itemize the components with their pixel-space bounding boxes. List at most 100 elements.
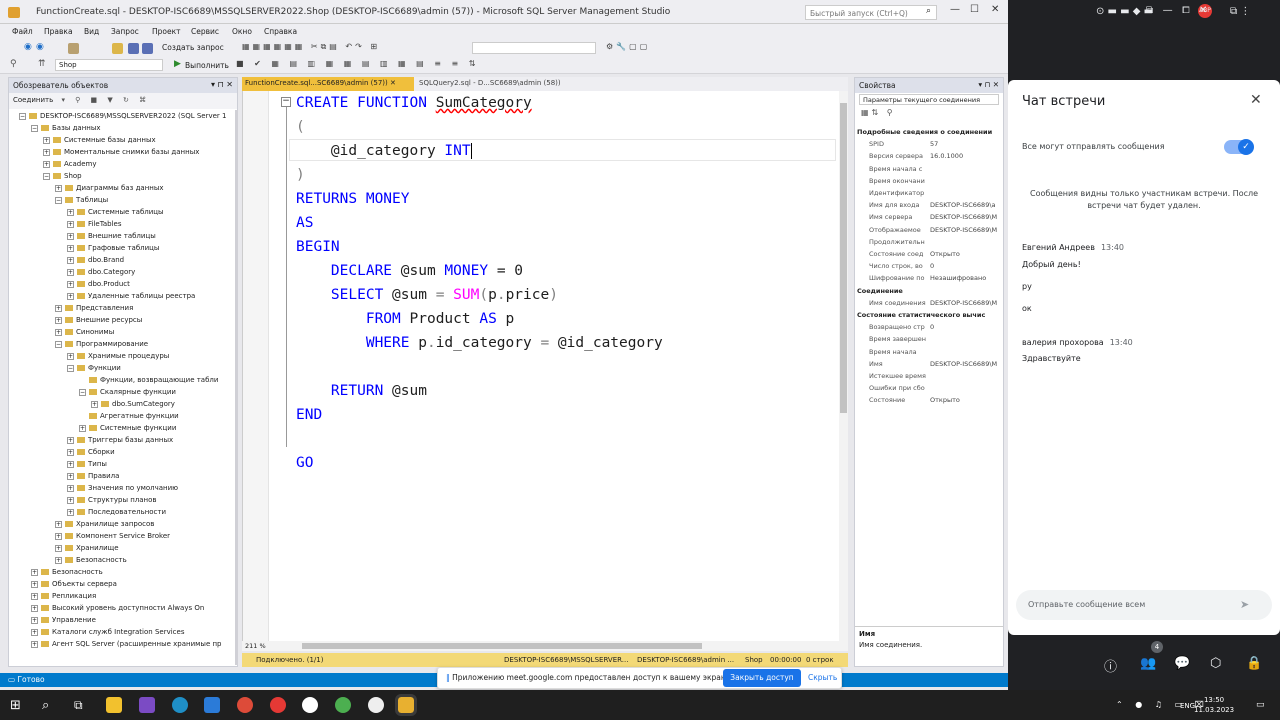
editor-horizontal-scrollbar[interactable]: 211 % xyxy=(242,641,848,651)
property-row[interactable]: Версия сервера 16.0.1000 xyxy=(857,150,1003,162)
pin-icon[interactable]: ⇈ xyxy=(38,59,46,69)
expand-toggle-icon[interactable]: + xyxy=(67,292,74,300)
browser-window-controls[interactable]: ⧉ — ⧠ ✕ xyxy=(1146,5,1207,16)
expand-toggle-icon[interactable]: + xyxy=(67,256,74,264)
close-icon[interactable]: ▾ ⊓ ✕ xyxy=(211,80,233,89)
expand-toggle-icon[interactable]: + xyxy=(55,304,62,312)
tree-node[interactable]: − Shop xyxy=(43,170,82,182)
property-row[interactable]: SPID 57 xyxy=(857,138,1003,150)
tree-node[interactable]: + dbo.Brand xyxy=(67,254,124,266)
code-text[interactable]: CREATE FUNCTION SumCategory ( @id_catego… xyxy=(296,91,836,641)
oe-tool-icons[interactable]: ▾ ⚲ ■ ▼ ↻ ⌘ xyxy=(61,96,150,104)
tree-node[interactable]: − Скалярные функции xyxy=(79,386,176,398)
tab-sqlquery2[interactable]: SQLQuery2.sql - D...SC6689\admin (58)) xyxy=(416,77,566,91)
tree-node[interactable]: + Системные таблицы xyxy=(67,206,164,218)
property-row[interactable]: Состояние Открыто xyxy=(857,394,1003,406)
expand-toggle-icon[interactable]: + xyxy=(31,568,38,576)
tree-node[interactable]: + Графовые таблицы xyxy=(67,242,159,254)
tab-functioncreate[interactable]: FunctionCreate.sql...SC6689\admin (57)) … xyxy=(242,77,414,91)
filter-icon[interactable]: ⚲ xyxy=(10,59,17,69)
expand-toggle-icon[interactable]: − xyxy=(43,172,50,180)
expand-toggle-icon[interactable]: + xyxy=(67,436,74,444)
property-row[interactable]: Истекшее время xyxy=(857,370,1003,382)
expand-toggle-icon[interactable]: + xyxy=(43,136,50,144)
solution-config-dropdown[interactable] xyxy=(472,42,596,54)
sort-icons[interactable]: ▦⇅ ⚲ xyxy=(861,108,896,117)
scroll-thumb[interactable] xyxy=(840,103,847,413)
expand-toggle-icon[interactable]: + xyxy=(67,448,74,456)
extensions-icon[interactable]: ⧉ ⋮ xyxy=(1230,6,1250,17)
tree-node[interactable]: + Правила xyxy=(67,470,119,482)
github-icon[interactable] xyxy=(368,697,384,713)
tree-node[interactable]: + Компонент Service Broker xyxy=(55,530,170,542)
expand-toggle-icon[interactable]: − xyxy=(79,388,86,396)
expand-toggle-icon[interactable]: + xyxy=(55,316,62,324)
property-row[interactable]: Время начала с xyxy=(857,163,1003,175)
property-row[interactable]: Время окончани xyxy=(857,175,1003,187)
tree-node[interactable]: + Триггеры базы данных xyxy=(67,434,173,446)
expand-toggle-icon[interactable]: + xyxy=(55,556,62,564)
tree-node[interactable]: + Безопасность xyxy=(31,566,103,578)
expand-toggle-icon[interactable]: + xyxy=(31,616,38,624)
tree-node[interactable]: + Высокий уровень доступности Always On xyxy=(31,602,204,614)
close-window-button[interactable]: ✕ xyxy=(991,4,999,15)
property-row[interactable]: Имя сервера DESKTOP-ISC6689\M xyxy=(857,211,1003,223)
property-row[interactable]: Продолжительн xyxy=(857,236,1003,248)
tree-node[interactable]: − DESKTOP-ISC6689\MSSQLSERVER2022 (SQL Se… xyxy=(19,110,227,122)
expand-toggle-icon[interactable]: + xyxy=(91,400,98,408)
tree-node[interactable]: + Моментальные снимки базы данных xyxy=(43,146,199,158)
tree-node[interactable]: + Агент SQL Server (расширенные хранимые … xyxy=(31,638,222,650)
menu-tools[interactable]: Сервис xyxy=(191,27,219,36)
expand-toggle-icon[interactable]: + xyxy=(55,328,62,336)
tree-node[interactable]: Функции, возвращающие табли xyxy=(79,374,218,386)
tree-node[interactable]: + Внешние таблицы xyxy=(67,230,156,242)
chrome-icon[interactable] xyxy=(237,697,253,713)
tree-node[interactable]: + Значения по умолчанию xyxy=(67,482,178,494)
menu-view[interactable]: Вид xyxy=(84,27,99,36)
expand-toggle-icon[interactable]: + xyxy=(31,604,38,612)
start-icon[interactable]: ⊞ xyxy=(10,698,21,713)
hscroll-thumb[interactable] xyxy=(302,643,702,649)
database-dropdown[interactable]: Shop xyxy=(55,59,163,71)
property-row[interactable]: Время начала xyxy=(857,346,1003,358)
new-query-button[interactable]: Создать запрос xyxy=(162,43,224,52)
expand-toggle-icon[interactable]: + xyxy=(55,520,62,528)
info-icon[interactable]: ⓘ xyxy=(1104,656,1117,675)
tree-node[interactable]: + dbo.Category xyxy=(67,266,135,278)
menu-project[interactable]: Проект xyxy=(152,27,181,36)
new-project-icon[interactable] xyxy=(68,43,79,54)
tree-node[interactable]: Агрегатные функции xyxy=(79,410,179,422)
tree-node[interactable]: − Базы данных xyxy=(31,122,101,134)
tree-node[interactable]: + FileTables xyxy=(67,218,121,230)
expand-toggle-icon[interactable]: + xyxy=(31,640,38,648)
expand-toggle-icon[interactable]: + xyxy=(67,352,74,360)
execute-icon[interactable]: ▶ xyxy=(174,59,181,69)
expand-toggle-icon[interactable]: + xyxy=(79,424,86,432)
tree-node[interactable]: + Системные базы данных xyxy=(43,134,156,146)
property-row[interactable]: Ошибки при сбо xyxy=(857,382,1003,394)
store-icon[interactable] xyxy=(204,697,220,713)
expand-toggle-icon[interactable]: + xyxy=(67,268,74,276)
zoom-level[interactable]: 211 % xyxy=(245,642,266,650)
expand-toggle-icon[interactable]: + xyxy=(67,484,74,492)
task-view-icon[interactable]: ⧉ xyxy=(74,698,83,713)
chat-message-input[interactable]: Отправьте сообщение всем xyxy=(1016,590,1272,620)
tree-node[interactable]: + Каталоги служб Integration Services xyxy=(31,626,184,638)
expand-toggle-icon[interactable]: + xyxy=(43,148,50,156)
open-file-icon[interactable] xyxy=(112,43,123,54)
property-row[interactable]: Возвращено стр 0 xyxy=(857,321,1003,333)
yandex-browser-icon[interactable] xyxy=(302,697,318,713)
tree-node[interactable]: + Типы xyxy=(67,458,107,470)
expand-toggle-icon[interactable]: + xyxy=(67,496,74,504)
property-row[interactable]: Время завершен xyxy=(857,333,1003,345)
tree-node[interactable]: + Хранимые процедуры xyxy=(67,350,169,362)
tree-node[interactable]: − Таблицы xyxy=(55,194,108,206)
tree-node[interactable]: + Последовательности xyxy=(67,506,166,518)
hide-share-bar-link[interactable]: Скрыть xyxy=(808,673,837,682)
property-row[interactable]: Состояние статистического вычис xyxy=(857,309,1003,321)
debug-icons[interactable]: ■ ✔ ▦ ▤ ▥ ▦ ▦ ▤ ▥ ▦ ▤ ≡ ≡ ⇅ xyxy=(236,59,479,68)
tree-node[interactable]: + Объекты сервера xyxy=(31,578,117,590)
tree-node[interactable]: + Удаленные таблицы реестра xyxy=(67,290,195,302)
menu-window[interactable]: Окно xyxy=(232,27,252,36)
browser-icons[interactable]: ⊙ ▬ ▬ ◆ ▬ xyxy=(1096,6,1153,17)
